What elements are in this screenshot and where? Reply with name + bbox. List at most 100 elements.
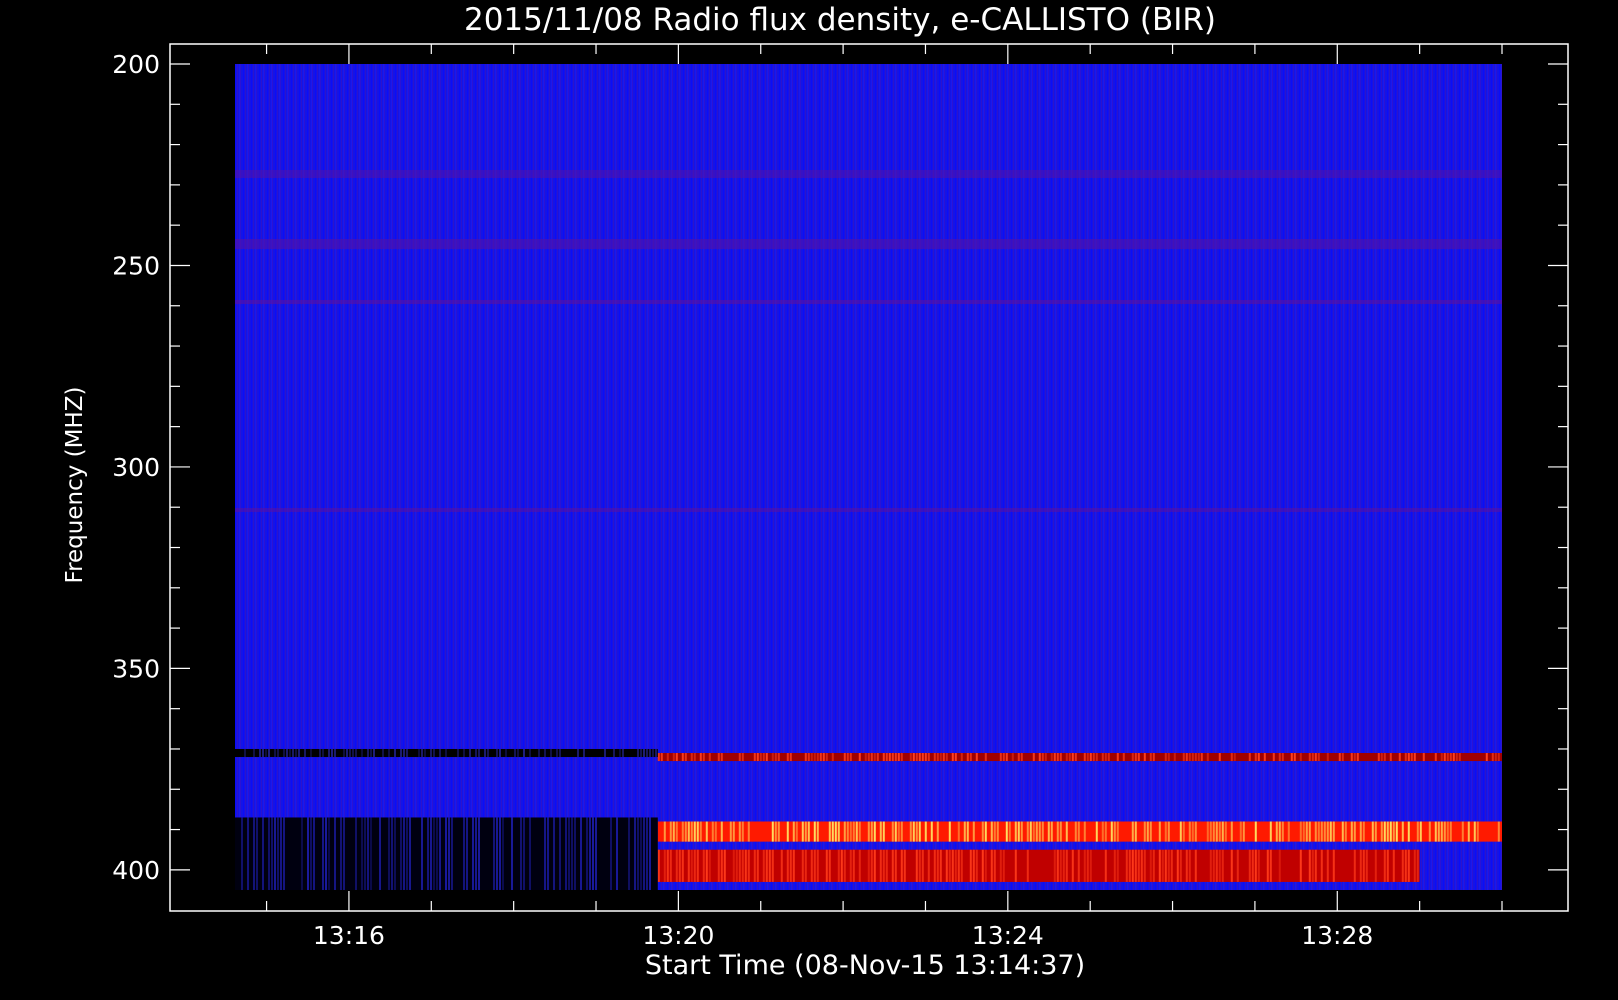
feature-streak [1380, 753, 1383, 762]
feature-streak [466, 817, 468, 890]
feature-streak [1083, 821, 1086, 842]
plot-area [235, 64, 1502, 890]
feature-streak [1182, 821, 1185, 842]
feature-streak [274, 748, 276, 758]
feature-streak [271, 817, 273, 890]
feature-streak [858, 849, 861, 882]
feature-streak [1113, 821, 1116, 842]
feature-streak [1377, 753, 1380, 762]
feature-streak [822, 753, 825, 762]
feature-streak [418, 748, 420, 758]
feature-streak [675, 753, 678, 762]
feature-streak [1383, 753, 1386, 762]
feature-streak [1083, 849, 1086, 882]
feature-streak [1242, 821, 1245, 842]
feature-streak [361, 748, 363, 758]
feature-streak [1074, 753, 1077, 762]
feature-streak [954, 849, 957, 882]
feature-streak [873, 849, 876, 882]
feature-streak [388, 817, 390, 890]
feature-streak [628, 817, 630, 890]
feature-streak [1269, 821, 1272, 842]
feature-streak [771, 821, 774, 842]
feature-streak [400, 748, 402, 758]
feature-streak [295, 748, 297, 758]
feature-streak [289, 748, 291, 758]
feature-streak [684, 821, 687, 842]
feature-streak [1467, 821, 1470, 842]
feature-streak [777, 821, 780, 842]
feature-streak [969, 753, 972, 762]
feature-streak [547, 817, 549, 890]
feature-streak [1332, 849, 1335, 882]
feature-streak [684, 753, 687, 762]
feature-streak [1065, 821, 1068, 842]
feature-streak [846, 821, 849, 842]
feature-streak [1449, 753, 1452, 762]
feature-streak [643, 817, 645, 890]
feature-streak [1071, 753, 1074, 762]
feature-streak [1002, 753, 1005, 762]
feature-streak [855, 821, 858, 842]
feature-streak [448, 817, 450, 890]
feature-streak [1302, 821, 1305, 842]
feature-streak [277, 748, 279, 758]
feature-streak [990, 821, 993, 842]
feature-streak [1287, 821, 1290, 842]
feature-streak [1329, 821, 1332, 842]
feature-streak [693, 821, 696, 842]
feature-streak [972, 849, 975, 882]
feature-streak [819, 753, 822, 762]
interference-line-230 [235, 170, 1502, 178]
feature-streak [741, 821, 744, 842]
feature-streak [277, 817, 279, 890]
feature-streak [681, 849, 684, 882]
feature-streak [885, 849, 888, 882]
feature-streak [1416, 849, 1419, 882]
feature-streak [1350, 753, 1353, 762]
feature-streak [873, 753, 876, 762]
feature-streak [1458, 753, 1461, 762]
feature-streak [927, 753, 930, 762]
feature-streak [930, 821, 933, 842]
feature-streak [1014, 821, 1017, 842]
feature-streak [1443, 821, 1446, 842]
feature-streak [1305, 821, 1308, 842]
feature-streak [1005, 753, 1008, 762]
feature-streak [1029, 821, 1032, 842]
feature-streak [1356, 753, 1359, 762]
feature-streak [1158, 849, 1161, 882]
feature-streak [1221, 849, 1224, 882]
feature-streak [660, 753, 663, 762]
feature-streak [640, 817, 642, 890]
feature-streak [1131, 753, 1134, 762]
feature-streak [897, 821, 900, 842]
feature-streak [1089, 849, 1092, 882]
feature-streak [771, 753, 774, 762]
feature-streak [714, 821, 717, 842]
feature-streak [1053, 753, 1056, 762]
feature-streak [918, 849, 921, 882]
feature-streak [1362, 821, 1365, 842]
feature-streak [1044, 753, 1047, 762]
feature-streak [1434, 753, 1437, 762]
feature-streak [1254, 753, 1257, 762]
feature-streak [1248, 753, 1251, 762]
y-tick-label: 200 [112, 50, 160, 79]
feature-streak [1338, 753, 1341, 762]
feature-streak [1074, 821, 1077, 842]
feature-streak [747, 821, 750, 842]
feature-streak [1290, 753, 1293, 762]
feature-streak [813, 849, 816, 882]
feature-streak [1371, 821, 1374, 842]
feature-streak [897, 753, 900, 762]
feature-streak [478, 817, 480, 890]
feature-streak [999, 849, 1002, 882]
feature-streak [936, 849, 939, 882]
feature-streak [981, 821, 984, 842]
feature-streak [1191, 753, 1194, 762]
feature-streak [421, 748, 423, 758]
feature-streak [738, 821, 741, 842]
feature-streak [738, 753, 741, 762]
feature-streak [915, 821, 918, 842]
